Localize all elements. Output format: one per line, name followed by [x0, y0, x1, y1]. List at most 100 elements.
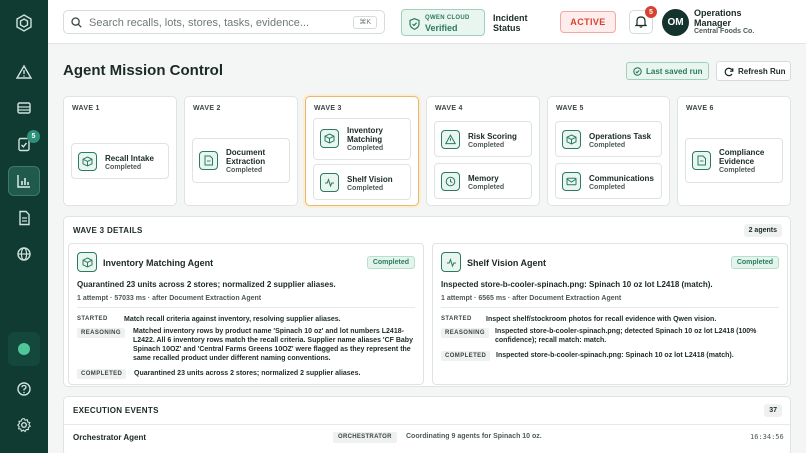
agent-card-inventory-matching[interactable]: Inventory Matching Completed [313, 118, 411, 160]
file-icon [692, 151, 711, 170]
step-tag-completed: COMPLETED [77, 369, 127, 379]
agent-card-operations-task[interactable]: Operations Task Completed [555, 121, 662, 157]
wave-details-panel: WAVE 3 DETAILS 2 agents Inventory Matchi… [63, 216, 791, 387]
activity-icon [320, 173, 339, 192]
wave-label: WAVE 6 [686, 105, 714, 112]
detail-meta: 1 attempt · 57033 ms · after Document Ex… [77, 295, 262, 302]
event-time: 16:34:56 [750, 433, 784, 441]
status-badge: Completed [366, 256, 415, 269]
refresh-icon [724, 67, 734, 79]
agent-card-recall-intake[interactable]: Recall Intake Completed [71, 143, 169, 179]
globe-icon[interactable] [8, 239, 40, 269]
activity-icon [441, 252, 461, 272]
search-input[interactable]: Search recalls, lots, stores, tasks, evi… [63, 10, 385, 34]
agent-name: Shelf Vision [347, 175, 393, 184]
user-org: Central Foods Co. [694, 28, 755, 35]
step-text: Matched inventory rows by product name '… [133, 328, 413, 362]
agent-card-document-extraction[interactable]: Document Extraction Completed [192, 138, 290, 183]
agent-name: Recall Intake [105, 154, 154, 163]
agent-card-shelf-vision[interactable]: Shelf Vision Completed [313, 164, 411, 200]
detail-agent-name: Shelf Vision Agent [467, 258, 547, 268]
step-tag-reasoning: REASONING [441, 328, 489, 338]
step-text: Inspected store-b-cooler-spinach.png: Sp… [496, 352, 734, 359]
status-dot-icon[interactable] [8, 332, 40, 366]
agent-status: Completed [589, 184, 626, 191]
step-tag-started: STARTED [77, 316, 108, 322]
detail-card-inventory-matching[interactable]: Inventory Matching Agent Completed Quara… [68, 243, 424, 385]
events-count-badge: 37 [764, 404, 782, 417]
chart-icon[interactable] [8, 166, 40, 196]
top-header: Search recalls, lots, stores, tasks, evi… [48, 0, 806, 44]
execution-events-panel: EXECUTION EVENTS 37 Orchestrator Agent O… [63, 396, 791, 453]
wave-4-column[interactable]: WAVE 4 Risk Scoring Completed Memory Com… [426, 96, 540, 206]
agent-status: Completed [468, 142, 505, 149]
wave-1-column[interactable]: WAVE 1 Recall Intake Completed [63, 96, 177, 206]
search-placeholder: Search recalls, lots, stores, tasks, evi… [89, 17, 310, 29]
agent-card-compliance-evidence[interactable]: Compliance Evidence Completed [685, 138, 783, 183]
mail-icon [562, 172, 581, 191]
wave-label: WAVE 3 [314, 105, 342, 112]
agent-status: Completed [468, 184, 505, 191]
divider [64, 424, 790, 425]
wave-6-column[interactable]: WAVE 6 Compliance Evidence Completed [677, 96, 791, 206]
event-tag: ORCHESTRATOR [333, 432, 397, 443]
agent-card-memory[interactable]: Memory Completed [434, 163, 532, 199]
step-tag-started: STARTED [441, 316, 472, 322]
file-icon [199, 151, 218, 170]
agent-name: Memory [468, 174, 499, 183]
agent-name: Communications [589, 174, 654, 183]
document-icon[interactable] [8, 203, 40, 233]
agent-card-risk-scoring[interactable]: Risk Scoring Completed [434, 121, 532, 157]
logo-icon[interactable] [8, 8, 40, 38]
avatar[interactable]: OM [662, 9, 689, 36]
help-icon[interactable] [8, 374, 40, 404]
package-icon [77, 252, 97, 272]
bell-icon [634, 15, 648, 30]
alert-triangle-icon [441, 130, 460, 149]
settings-icon[interactable] [8, 410, 40, 440]
alert-triangle-icon[interactable] [8, 57, 40, 87]
step-text: Inspected store-b-cooler-spinach.png; de… [495, 328, 757, 344]
detail-agent-name: Inventory Matching Agent [103, 258, 214, 268]
user-name: Operations Manager [694, 8, 742, 28]
detail-summary: Inspected store-b-cooler-spinach.png: Sp… [441, 280, 713, 289]
step-tag-completed: COMPLETED [441, 351, 491, 361]
inbox-icon[interactable] [8, 93, 40, 123]
agent-name: Operations Task [589, 132, 652, 141]
verified-label: Verified [425, 23, 458, 33]
divider [441, 307, 779, 308]
last-saved-label: Last saved run [646, 67, 703, 76]
step-text: Quarantined 23 units across 2 stores; no… [134, 370, 361, 377]
step-text: Match recall criteria against inventory,… [124, 316, 341, 323]
wave-3-column[interactable]: WAVE 3 Inventory Matching Completed Shel… [305, 96, 419, 206]
agent-name: Inventory Matching [347, 126, 384, 144]
incident-status-button[interactable]: ACTIVE [560, 11, 616, 33]
sidebar-badge: 5 [27, 130, 40, 143]
event-message: Coordinating 9 agents for Spinach 10 oz. [406, 433, 542, 440]
detail-card-shelf-vision[interactable]: Shelf Vision Agent Completed Inspected s… [432, 243, 788, 385]
incident-line-2: Status [493, 23, 521, 33]
agent-name: Document Extraction [226, 148, 266, 166]
check-circle-icon [633, 67, 642, 78]
refresh-label: Refresh Run [738, 67, 786, 76]
agent-status: Completed [105, 164, 142, 171]
wave-2-column[interactable]: WAVE 2 Document Extraction Completed [184, 96, 298, 206]
clock-icon [441, 172, 460, 191]
verified-provider: QWEN CLOUD [425, 15, 470, 21]
divider [77, 307, 415, 308]
refresh-run-button[interactable]: Refresh Run [716, 61, 791, 81]
agent-status: Completed [589, 142, 626, 149]
package-icon [562, 130, 581, 149]
wave-label: WAVE 1 [72, 105, 100, 112]
agent-status: Completed [719, 167, 756, 174]
agent-status: Completed [347, 185, 384, 192]
notification-count-badge: 5 [645, 6, 657, 18]
wave-5-column[interactable]: WAVE 5 Operations Task Completed Communi… [547, 96, 670, 206]
agent-status: Completed [347, 145, 384, 152]
events-title: EXECUTION EVENTS [73, 406, 159, 415]
detail-meta: 1 attempt · 6565 ms · after Document Ext… [441, 295, 622, 302]
agent-card-communications[interactable]: Communications Completed [555, 163, 662, 199]
incident-line-1: Incident [493, 13, 528, 23]
agent-name: Risk Scoring [468, 132, 517, 141]
shield-check-icon [409, 18, 420, 32]
